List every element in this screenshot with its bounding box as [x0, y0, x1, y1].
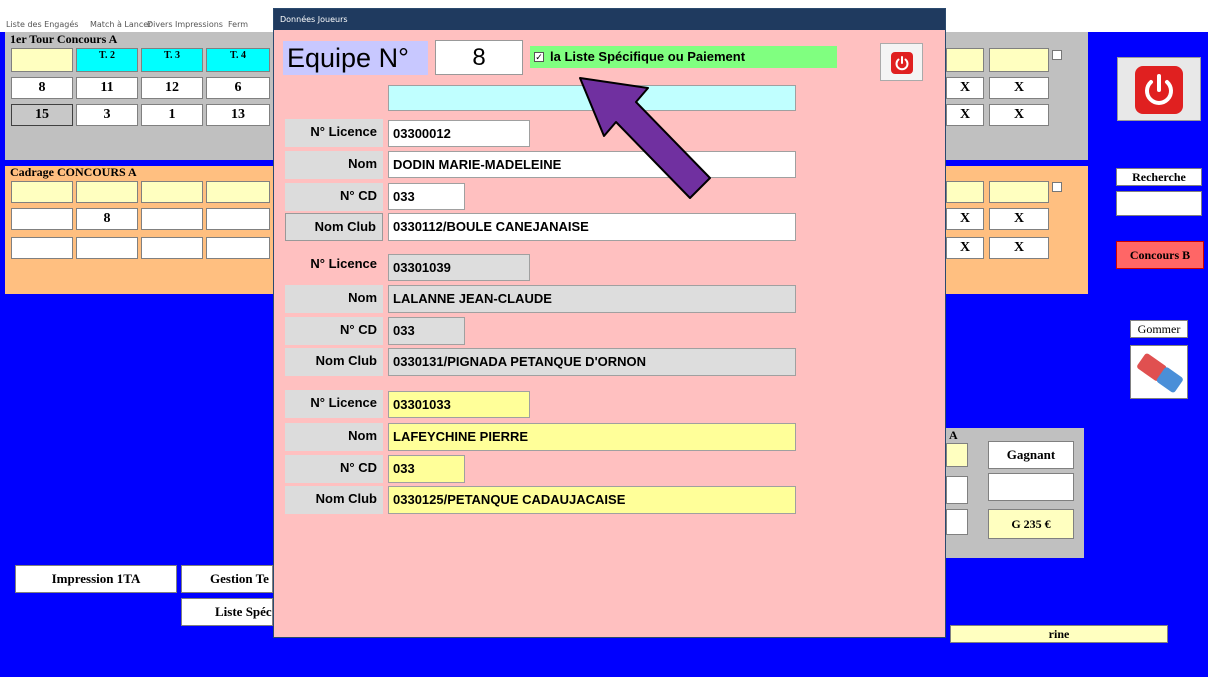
club-label: Nom Club [285, 213, 383, 241]
grid-cell[interactable] [141, 237, 203, 259]
grid-cell[interactable] [11, 48, 73, 72]
close-dialog-button[interactable] [880, 43, 923, 81]
grid-cell[interactable]: X [989, 237, 1049, 259]
licence-field[interactable]: 03300012 [388, 120, 530, 147]
menu-impressions[interactable]: Impressions [175, 20, 223, 29]
grid-cell[interactable] [141, 208, 203, 230]
club-label: Nom Club [285, 348, 383, 376]
dialog-title-bar: Données Joueurs [274, 9, 945, 30]
equipe-label: Equipe N° [283, 41, 428, 75]
menu-fermer[interactable]: Ferm [228, 20, 248, 29]
grid-cell[interactable] [206, 181, 270, 203]
grid-cell[interactable]: X [946, 77, 984, 99]
grid-cell[interactable]: 6 [206, 77, 270, 99]
cd-field[interactable]: 033 [388, 183, 465, 210]
grid-cell[interactable]: 3 [76, 104, 138, 126]
grid-cell[interactable] [946, 476, 968, 504]
grid-cell[interactable]: 1 [141, 104, 203, 126]
gommer-button[interactable]: Gommer [1130, 320, 1188, 338]
grid-cell[interactable] [946, 48, 984, 72]
grid-header: T. 4 [206, 48, 270, 72]
grid-cell[interactable]: 11 [76, 77, 138, 99]
grid-cell[interactable] [11, 181, 73, 203]
nom-field[interactable]: LAFEYCHINE PIERRE [388, 423, 796, 451]
power-icon [891, 52, 913, 74]
licence-field[interactable]: 03301039 [388, 254, 530, 281]
marquee-banner: rine [950, 625, 1168, 643]
quit-button[interactable] [1117, 57, 1201, 121]
cd-field[interactable]: 033 [388, 455, 465, 483]
grid-header: T. 3 [141, 48, 203, 72]
grid-cell[interactable]: X [989, 104, 1049, 126]
menu-divers[interactable]: Divers [147, 20, 173, 29]
licence-label: N° Licence [285, 390, 383, 418]
grid-header: T. 2 [76, 48, 138, 72]
grid-cell[interactable]: 8 [76, 208, 138, 230]
nom-label: Nom [285, 423, 383, 451]
grid-cell[interactable]: X [946, 208, 984, 230]
grid-cell[interactable]: X [946, 104, 984, 126]
grid-cell[interactable] [206, 237, 270, 259]
grid-cell[interactable] [989, 181, 1049, 203]
grid-cell[interactable]: 12 [141, 77, 203, 99]
gagnant-label: Gagnant [988, 441, 1074, 469]
gestion-button[interactable]: Gestion Te [181, 565, 273, 593]
nom-field[interactable]: LALANNE JEAN-CLAUDE [388, 285, 796, 313]
equipe-number[interactable]: 8 [435, 40, 523, 75]
cd-label: N° CD [285, 317, 383, 345]
checkbox[interactable]: ✓ [534, 52, 544, 62]
concours-b-button[interactable]: Concours B [1116, 241, 1204, 269]
nom-label: Nom [285, 285, 383, 313]
grid-cell[interactable]: 8 [11, 77, 73, 99]
power-icon [1135, 66, 1183, 114]
grid-cell[interactable] [141, 181, 203, 203]
licence-label: N° Licence [285, 119, 383, 147]
eraser-icon[interactable] [1130, 345, 1188, 399]
panel-cadrage-title: Cadrage CONCOURS A [10, 165, 137, 179]
grid-cell[interactable] [946, 509, 968, 535]
grid-cell[interactable]: 15 [11, 104, 73, 126]
grid-cell[interactable]: 13 [206, 104, 270, 126]
grid-cell[interactable]: X [989, 208, 1049, 230]
row-checkbox[interactable] [1052, 182, 1062, 192]
grid-cell[interactable] [946, 443, 968, 467]
grid-cell[interactable] [989, 48, 1049, 72]
cd-label: N° CD [285, 455, 383, 483]
club-label: Nom Club [285, 486, 383, 514]
club-field[interactable]: 0330112/BOULE CANEJANAISE [388, 213, 796, 241]
grid-cell[interactable]: X [989, 77, 1049, 99]
grid-cell[interactable] [76, 181, 138, 203]
grid-cell[interactable] [946, 181, 984, 203]
grid-cell[interactable] [76, 237, 138, 259]
grid-cell[interactable] [11, 208, 73, 230]
recherche-button[interactable]: Recherche [1116, 168, 1202, 186]
liste-specifique-button[interactable]: Liste Spéc [181, 598, 273, 626]
club-field[interactable]: 0330125/PETANQUE CADAUJACAISE [388, 486, 796, 514]
grid-cell[interactable] [11, 237, 73, 259]
nom-label: Nom [285, 151, 383, 179]
recherche-input[interactable] [1116, 191, 1202, 216]
impression-1ta-button[interactable]: Impression 1TA [15, 565, 177, 593]
licence-field[interactable]: 03301033 [388, 391, 530, 418]
grid-cell[interactable]: X [946, 237, 984, 259]
panel-gagnant-letter: A [949, 428, 958, 442]
grid-cell[interactable] [206, 208, 270, 230]
cd-field[interactable]: 033 [388, 317, 465, 345]
menu-liste-engages[interactable]: Liste des Engagés [6, 20, 78, 29]
prize-value: G 235 € [988, 509, 1074, 539]
annotation-arrow-icon [579, 77, 711, 199]
menu-match-a-lancer[interactable]: Match à Lancer [90, 20, 151, 29]
gagnant-input[interactable] [988, 473, 1074, 501]
cd-label: N° CD [285, 183, 383, 211]
club-field[interactable]: 0330131/PIGNADA PETANQUE D'ORNON [388, 348, 796, 376]
panel-1er-tour-title: 1er Tour Concours A [10, 32, 118, 46]
licence-label: N° Licence [310, 256, 377, 271]
row-checkbox[interactable] [1052, 50, 1062, 60]
